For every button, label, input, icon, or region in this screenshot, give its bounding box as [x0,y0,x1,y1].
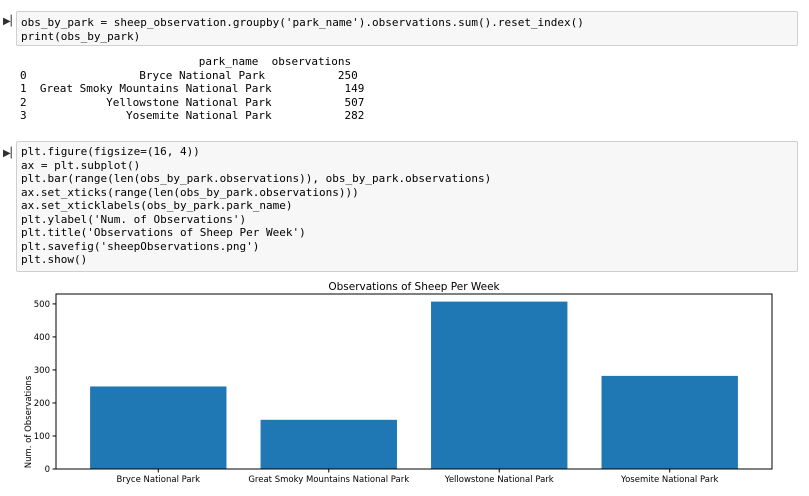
x-tick-label: Bryce National Park [117,475,201,485]
y-tick-label: 200 [34,399,50,409]
code-input-1[interactable]: obs_by_park = sheep_observation.groupby(… [16,11,798,46]
output-row: 0 Bryce National Park 250 [20,68,358,82]
bar [90,386,227,469]
output-row: 3 Yosemite National Park 282 [20,109,365,122]
code-line: print(obs_by_park) [21,29,141,43]
bar [431,301,568,469]
code-line: ax.set_xticklabels(obs_by_park.park_name… [21,199,293,212]
chart-title: Observations of Sheep Per Week [328,281,500,293]
run-cell-icon[interactable]: ▶▏ [3,16,18,28]
x-tick-label: Yellowstone National Park [444,475,554,485]
y-tick-label: 400 [34,333,50,343]
code-line: ax = plt.subplot() [21,158,141,172]
x-tick-label: Great Smoky Mountains National Park [248,475,409,485]
bar-chart: Observations of Sheep Per Week Num. of O… [24,281,773,485]
bar [260,419,397,469]
code-line: plt.ylabel('Num. of Observations') [21,212,247,226]
code-line: ax.set_xticks(range(len(obs_by_park.obse… [21,185,359,199]
code-line: plt.figure(figsize=(16, 4)) [21,145,200,158]
y-axis-label: Num. of Observations [24,375,34,468]
x-tick-label: Yosemite National Park [620,475,718,485]
y-tick-label: 100 [34,432,50,442]
code-cell-1[interactable]: ▶▏ obs_by_park = sheep_observation.group… [0,0,809,130]
code-input-2[interactable]: plt.figure(figsize=(16, 4)) ax = plt.sub… [16,141,798,272]
code-line: plt.bar(range(len(obs_by_park.observatio… [21,172,492,185]
run-cell-icon[interactable]: ▶▏ [3,148,18,160]
code-line: plt.savefig('sheepObservations.png') [21,239,260,253]
bar [601,375,738,469]
code-line: obs_by_park = sheep_observation.groupby(… [21,16,584,29]
y-tick-label: 0 [45,465,50,475]
output-header: park_name observations [20,55,352,68]
output-row: 1 Great Smoky Mountains National Park 14… [20,82,365,95]
code-line: plt.show() [21,253,88,266]
code-line: plt.title('Observations of Sheep Per Wee… [21,226,306,239]
y-tick-label: 500 [34,300,50,310]
y-tick-label: 300 [34,366,50,376]
output-row: 2 Yellowstone National Park 507 [20,95,365,109]
